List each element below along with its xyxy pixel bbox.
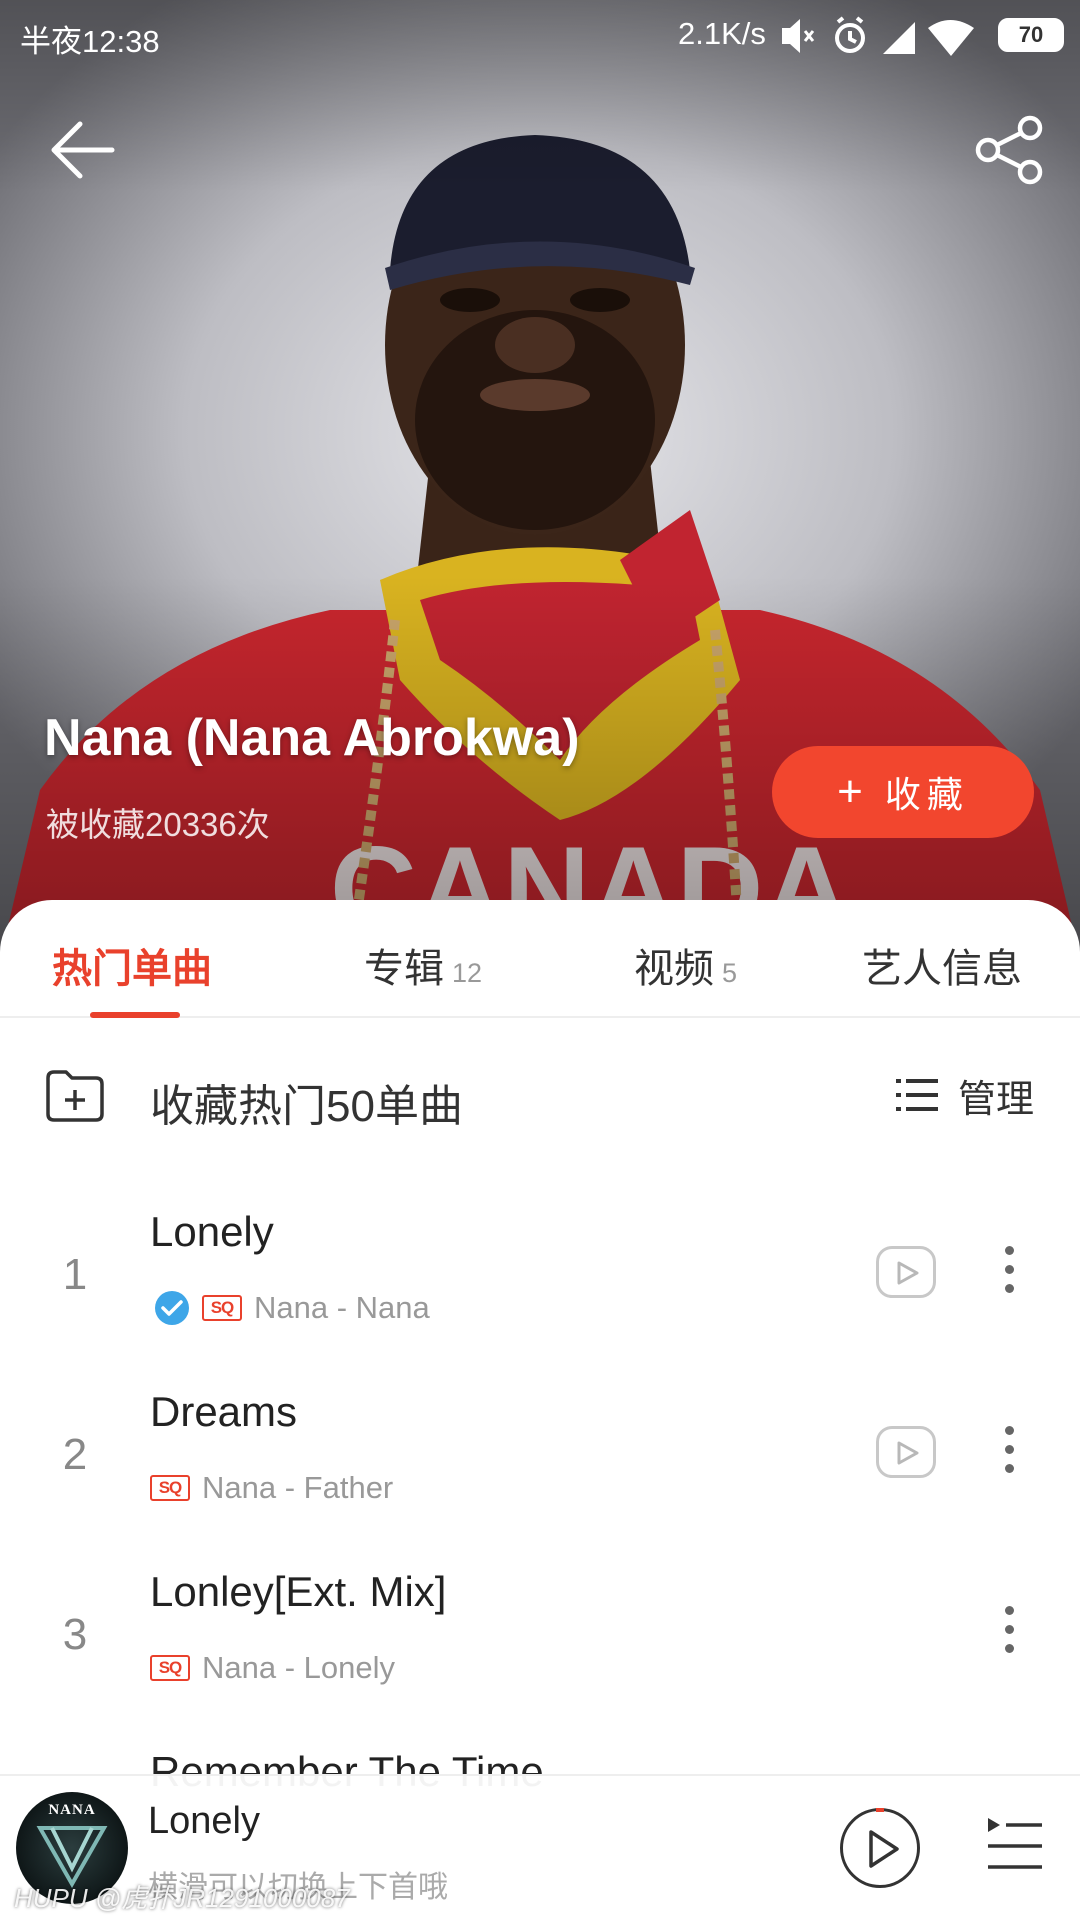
song-artist-album: Nana - Lonely xyxy=(202,1650,396,1685)
play-button[interactable] xyxy=(840,1808,920,1888)
folder-add-icon xyxy=(46,1070,104,1122)
back-button[interactable] xyxy=(46,112,122,188)
song-artist-album: Nana - Nana xyxy=(254,1290,430,1325)
play-icon xyxy=(869,1830,899,1868)
playlist-icon xyxy=(988,1818,1042,1869)
play-icon xyxy=(897,1261,919,1285)
status-time: 半夜12:38 xyxy=(20,24,160,59)
sq-badge: SQ xyxy=(150,1475,190,1501)
playlist-button[interactable] xyxy=(982,1812,1046,1876)
sq-badge: SQ xyxy=(202,1295,242,1321)
song-meta: SQ Nana - Nana xyxy=(150,1288,430,1328)
tab-label: 视频 xyxy=(634,947,714,991)
sq-badge: SQ xyxy=(150,1655,190,1681)
song-title: Lonley[Ext. Mix] xyxy=(150,1568,447,1615)
tab-count: 5 xyxy=(722,958,738,988)
content-sheet: 热门单曲 专辑 12 视频 5 艺人信息 收藏热门50单曲 管理 1 Lonel… xyxy=(0,900,1080,1920)
tab-label: 艺人信息 xyxy=(862,947,1022,991)
mv-button[interactable] xyxy=(876,1426,936,1478)
artist-page: CANADA 半夜12:38 2.1K/s xyxy=(0,0,1080,1920)
artist-hero: CANADA 半夜12:38 2.1K/s xyxy=(0,0,1080,960)
more-options-button[interactable] xyxy=(994,1240,1024,1304)
song-rank: 1 xyxy=(62,1250,88,1299)
plus-icon: + xyxy=(837,767,863,816)
share-icon xyxy=(975,115,1043,185)
collect-label: 收藏 xyxy=(884,774,969,815)
collect-button[interactable]: + 收藏 xyxy=(772,746,1034,838)
song-title: Dreams xyxy=(150,1388,298,1435)
wifi-icon xyxy=(928,20,974,56)
tab-count: 12 xyxy=(452,958,483,988)
arrow-left-icon xyxy=(51,121,115,179)
watermark: HUPU @虎扑JR1291000087 xyxy=(14,1883,350,1913)
song-meta: SQ Nana - Lonely xyxy=(150,1648,395,1688)
song-rank: 2 xyxy=(62,1430,88,1479)
tab-label: 热门单曲 xyxy=(52,947,212,991)
tab-label: 专辑 xyxy=(364,947,444,991)
cover-text: NANA xyxy=(48,1802,96,1818)
status-net-speed: 2.1K/s xyxy=(678,16,766,51)
more-options-button[interactable] xyxy=(994,1600,1024,1664)
play-progress-indicator xyxy=(876,1808,884,1812)
collect-all-row[interactable]: 收藏热门50单曲 管理 xyxy=(0,1018,1080,1168)
status-bar: 半夜12:38 2.1K/s 70 xyxy=(0,0,1080,72)
favorite-count: 被收藏20336次 xyxy=(46,806,270,843)
tab-artist-info[interactable]: 艺人信息 xyxy=(862,936,1022,994)
manage-button[interactable]: 管理 xyxy=(896,1070,1035,1121)
list-icon xyxy=(896,1079,938,1111)
tab-bar: 热门单曲 专辑 12 视频 5 艺人信息 xyxy=(0,900,1080,1018)
tab-hot-songs[interactable]: 热门单曲 xyxy=(52,936,212,994)
verified-icon xyxy=(155,1291,189,1325)
manage-label: 管理 xyxy=(958,1078,1035,1121)
tab-videos[interactable]: 视频 5 xyxy=(634,936,737,994)
song-row[interactable]: 3 Lonley[Ext. Mix] SQ Nana - Lonely xyxy=(0,1552,1080,1732)
song-row[interactable]: 2 Dreams SQ Nana - Father xyxy=(0,1372,1080,1552)
play-icon xyxy=(897,1441,919,1465)
now-playing-title: Lonely xyxy=(148,1800,260,1842)
mute-icon xyxy=(782,19,815,53)
song-meta: SQ Nana - Father xyxy=(150,1468,393,1508)
song-artist-album: Nana - Father xyxy=(202,1470,394,1505)
alarm-icon xyxy=(835,16,865,53)
song-rank: 3 xyxy=(62,1610,88,1659)
collect-all-label: 收藏热门50单曲 xyxy=(150,1082,463,1131)
more-options-button[interactable] xyxy=(994,1420,1024,1484)
song-row[interactable]: 1 Lonely SQ Nana - Nana xyxy=(0,1192,1080,1372)
artist-name: Nana (Nana Abrokwa) xyxy=(44,709,580,767)
battery-icon: 70 xyxy=(998,18,1064,52)
share-button[interactable] xyxy=(972,112,1048,188)
mv-button[interactable] xyxy=(876,1246,936,1298)
tab-albums[interactable]: 专辑 12 xyxy=(364,936,482,994)
song-title: Lonely xyxy=(150,1208,274,1255)
signal-icon xyxy=(883,22,915,54)
